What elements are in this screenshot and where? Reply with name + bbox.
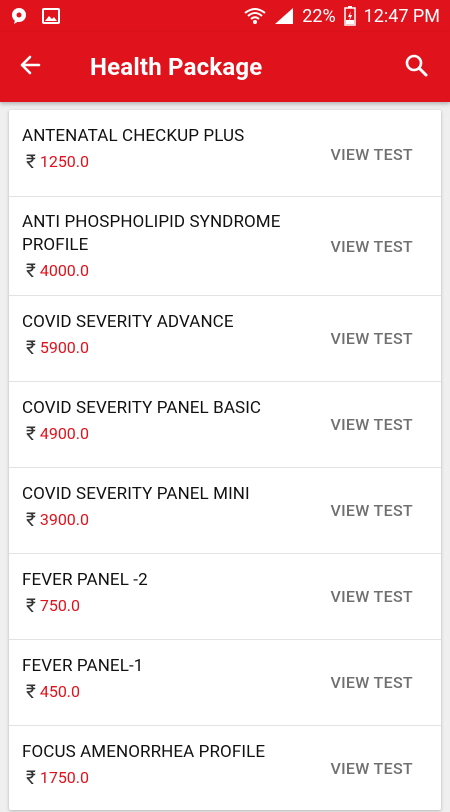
package-name: ANTENATAL CHECKUP PLUS	[22, 126, 245, 146]
package-price: ₹ 5900.0	[26, 338, 89, 358]
price-value: 450.0	[39, 682, 81, 701]
app-bar: Health Package	[0, 32, 450, 102]
package-name: COVID SEVERITY PANEL BASIC	[22, 398, 262, 418]
battery-charging-icon	[343, 6, 356, 26]
image-notification-icon	[42, 7, 60, 25]
rupee-icon: ₹	[26, 336, 36, 359]
package-price: ₹ 4000.0	[26, 261, 89, 281]
price-value: 5900.0	[39, 338, 90, 357]
package-name: ANTI PHOSPHOLIPID SYNDROME PROFILE	[22, 212, 281, 255]
view-test-button[interactable]: VIEW TEST	[330, 587, 413, 606]
rupee-icon: ₹	[26, 680, 36, 703]
view-test-button[interactable]: VIEW TEST	[330, 237, 413, 256]
package-price: ₹ 450.0	[26, 682, 80, 702]
rupee-icon: ₹	[26, 422, 36, 445]
price-value: 1750.0	[39, 768, 90, 787]
rupee-icon: ₹	[26, 594, 36, 617]
rupee-icon: ₹	[26, 508, 36, 531]
package-price: ₹ 750.0	[26, 596, 80, 616]
list-item[interactable]: FEVER PANEL -2 ₹ 750.0 VIEW TEST	[9, 554, 441, 640]
price-value: 4000.0	[39, 261, 90, 280]
rupee-icon: ₹	[26, 766, 36, 789]
status-bar: 22% 12:47 PM	[0, 0, 450, 32]
package-price: ₹ 1250.0	[26, 152, 89, 172]
search-icon	[404, 53, 428, 81]
view-test-button[interactable]: VIEW TEST	[330, 329, 413, 348]
view-test-button[interactable]: VIEW TEST	[330, 673, 413, 692]
chat-notification-icon	[10, 7, 28, 25]
package-price: ₹ 4900.0	[26, 424, 89, 444]
back-button[interactable]	[0, 32, 60, 102]
rupee-icon: ₹	[26, 150, 36, 173]
list-item[interactable]: ANTI PHOSPHOLIPID SYNDROME PROFILE ₹ 400…	[9, 197, 441, 296]
wifi-icon	[244, 7, 266, 25]
package-name: FEVER PANEL -2	[22, 570, 148, 590]
list-item[interactable]: COVID SEVERITY PANEL MINI ₹ 3900.0 VIEW …	[9, 468, 441, 554]
list-item[interactable]: ANTENATAL CHECKUP PLUS ₹ 1250.0 VIEW TES…	[9, 110, 441, 197]
page-title: Health Package	[90, 53, 263, 81]
view-test-button[interactable]: VIEW TEST	[330, 501, 413, 520]
list-item[interactable]: COVID SEVERITY ADVANCE ₹ 5900.0 VIEW TES…	[9, 296, 441, 382]
list-item[interactable]: FOCUS AMENORRHEA PROFILE ₹ 1750.0 VIEW T…	[9, 726, 441, 812]
price-value: 1250.0	[39, 152, 90, 171]
package-name: FEVER PANEL-1	[22, 656, 144, 676]
price-value: 4900.0	[39, 424, 90, 443]
signal-icon	[274, 7, 294, 25]
battery-percent: 22%	[302, 5, 336, 27]
package-name: COVID SEVERITY ADVANCE	[22, 312, 234, 332]
search-button[interactable]	[388, 32, 444, 102]
list-item[interactable]: COVID SEVERITY PANEL BASIC ₹ 4900.0 VIEW…	[9, 382, 441, 468]
arrow-back-icon	[19, 54, 41, 80]
package-name: COVID SEVERITY PANEL MINI	[22, 484, 250, 504]
view-test-button[interactable]: VIEW TEST	[330, 759, 413, 778]
view-test-button[interactable]: VIEW TEST	[330, 415, 413, 434]
clock: 12:47 PM	[363, 5, 440, 27]
package-price: ₹ 3900.0	[26, 510, 89, 530]
package-list: ANTENATAL CHECKUP PLUS ₹ 1250.0 VIEW TES…	[9, 110, 441, 810]
view-test-button[interactable]: VIEW TEST	[330, 145, 413, 164]
rupee-icon: ₹	[26, 259, 36, 282]
price-value: 750.0	[39, 596, 81, 615]
package-name: FOCUS AMENORRHEA PROFILE	[22, 742, 266, 762]
package-price: ₹ 1750.0	[26, 768, 89, 788]
list-item[interactable]: FEVER PANEL-1 ₹ 450.0 VIEW TEST	[9, 640, 441, 726]
price-value: 3900.0	[39, 510, 90, 529]
